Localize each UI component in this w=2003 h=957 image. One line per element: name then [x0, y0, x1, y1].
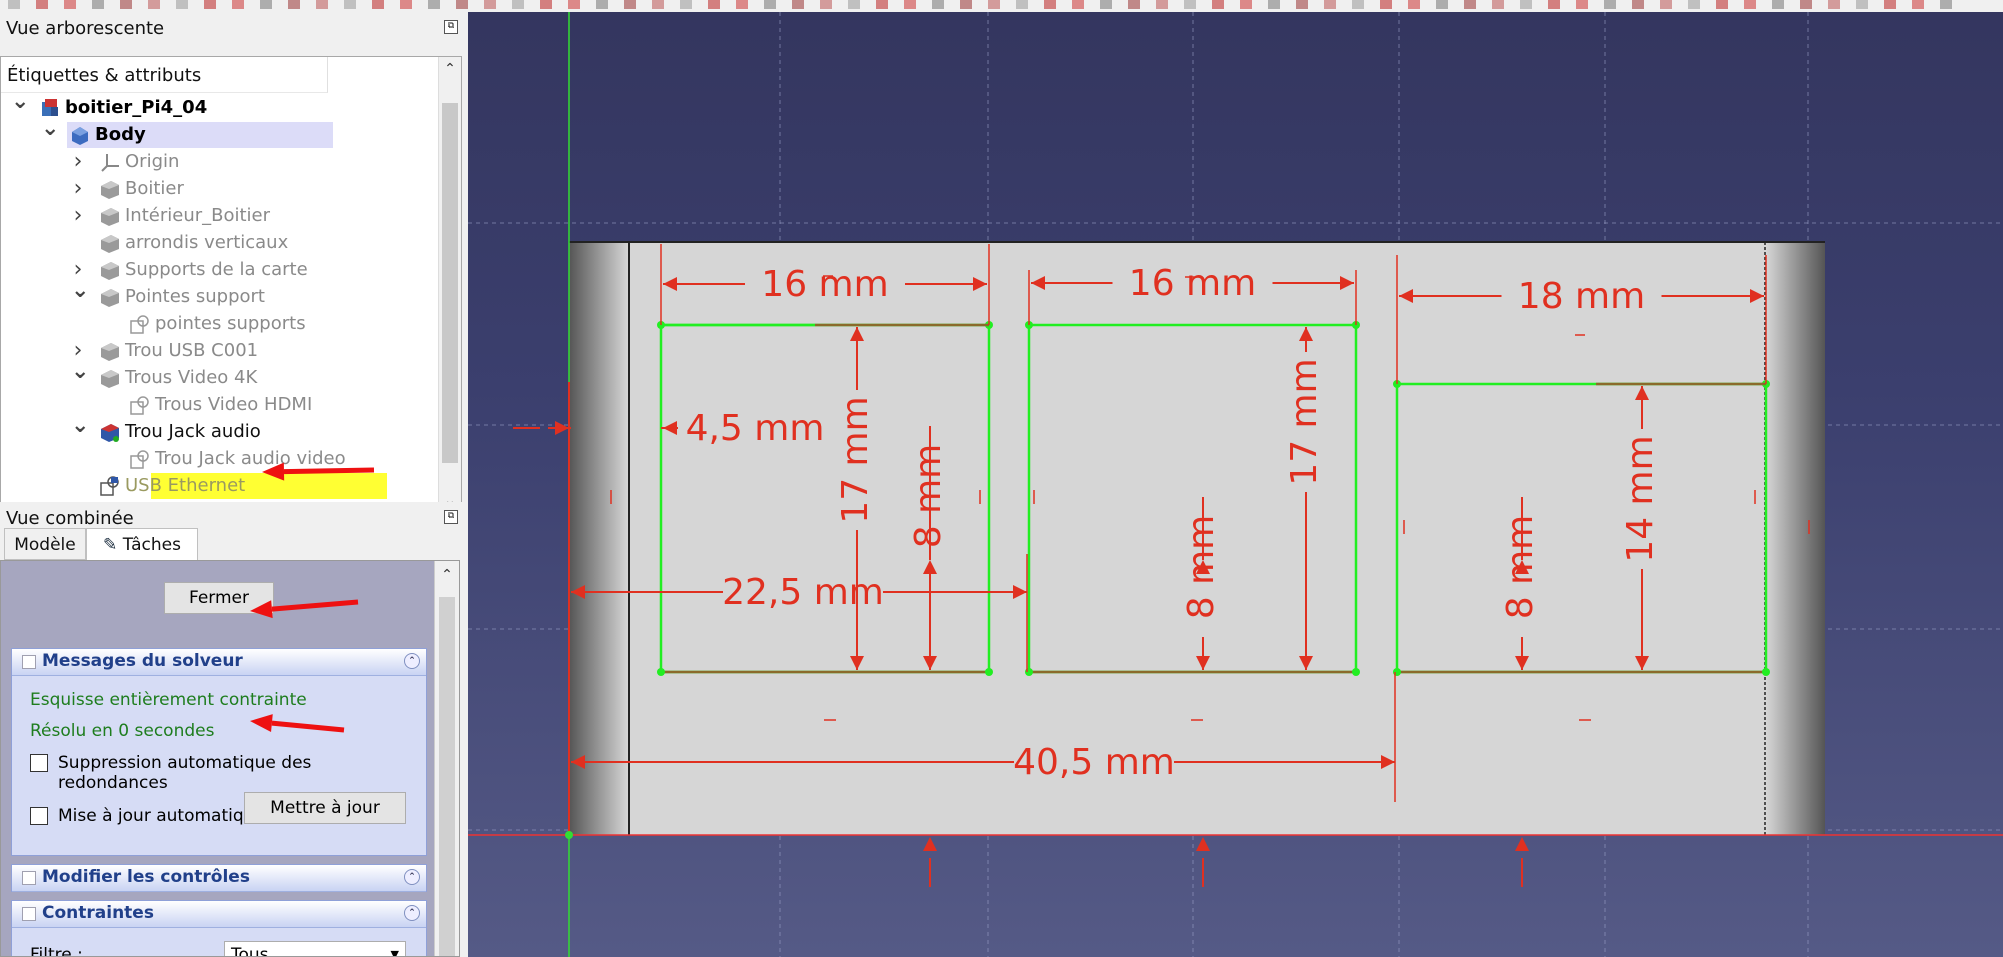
toolbar-icon[interactable]: [1492, 0, 1504, 9]
dim-22-5mm[interactable]: 22,5 mm: [722, 572, 884, 613]
toolbar-icon[interactable]: [1240, 0, 1252, 9]
bottom-constraint-arrowhead: [1515, 837, 1529, 851]
toolbar-icon[interactable]: [1660, 0, 1672, 9]
toolbar-icon[interactable]: [960, 0, 972, 9]
toolbar-icon[interactable]: [1268, 0, 1280, 9]
dim-16mm-left[interactable]: 16 mm: [761, 264, 888, 305]
dim-16mm-middle[interactable]: 16 mm: [1129, 263, 1256, 304]
toolbar-icon[interactable]: [1940, 0, 1952, 9]
annotation-arrow-solver: [271, 720, 345, 733]
toolbar-icon[interactable]: [1296, 0, 1308, 9]
box-edge-right: [1765, 242, 1825, 835]
annotation-arrow-close: [271, 599, 359, 612]
dim-8mm-left[interactable]: 8 mm: [908, 444, 949, 548]
dim-40-5mm[interactable]: 40,5 mm: [1013, 742, 1175, 783]
toolbar-icon[interactable]: [1128, 0, 1140, 9]
toolbar-icon[interactable]: [540, 0, 552, 9]
annotation-arrow-close-head: [250, 600, 273, 619]
toolbar-icon[interactable]: [1884, 0, 1896, 9]
toolbar-icon[interactable]: [652, 0, 664, 9]
toolbar-icon[interactable]: [1016, 0, 1028, 9]
toolbar-icon[interactable]: [596, 0, 608, 9]
toolbar-icon[interactable]: [1436, 0, 1448, 9]
toolbar-icon[interactable]: [792, 0, 804, 9]
dim-4-5mm-arrowhead: [555, 421, 569, 435]
bottom-constraint-arrowhead: [923, 837, 937, 851]
annotation-arrow-tree-head: [262, 462, 285, 481]
toolbar-icon[interactable]: [1408, 0, 1420, 9]
toolbar-icon[interactable]: [848, 0, 860, 9]
toolbar-icon[interactable]: [1156, 0, 1168, 9]
toolbar-icon[interactable]: [1688, 0, 1700, 9]
toolbar-icon[interactable]: [1212, 0, 1224, 9]
toolbar-icon[interactable]: [1716, 0, 1728, 9]
toolbar-icon[interactable]: [708, 0, 720, 9]
toolbar-icon[interactable]: [1856, 0, 1868, 9]
sketch-vertex[interactable]: [1025, 668, 1033, 676]
toolbar-icon[interactable]: [1744, 0, 1756, 9]
sketch-vertex[interactable]: [1352, 668, 1360, 676]
toolbar-icon[interactable]: [1100, 0, 1112, 9]
toolbar-icon[interactable]: [1184, 0, 1196, 9]
sketch-canvas[interactable]: 16 mm 16 mm 18 mm4,5 mm 17 mm 8 mm17 mm8 mm1…: [468, 12, 2003, 957]
toolbar-icon[interactable]: [1604, 0, 1616, 9]
toolbar-icon[interactable]: [736, 0, 748, 9]
sketch-vertex[interactable]: [1393, 668, 1401, 676]
bottom-constraint-arrowhead: [1196, 837, 1210, 851]
toolbar-icon[interactable]: [624, 0, 636, 9]
toolbar-icon[interactable]: [820, 0, 832, 9]
sketch-vertex[interactable]: [985, 668, 993, 676]
toolbar-icon[interactable]: [932, 0, 944, 9]
toolbar-icon[interactable]: [876, 0, 888, 9]
sketch-vertex[interactable]: [1762, 668, 1770, 676]
toolbar-icon[interactable]: [484, 0, 496, 9]
toolbar-icon[interactable]: [1520, 0, 1532, 9]
dim-4-5mm[interactable]: 4,5 mm: [686, 408, 825, 449]
3d-viewport[interactable]: 16 mm 16 mm 18 mm 4,5 mm 17 mm 8 mm 17 mm 8 mm 1…: [468, 12, 2003, 957]
toolbar-icon[interactable]: [764, 0, 776, 9]
toolbar-icon[interactable]: [512, 0, 524, 9]
sketch-vertex[interactable]: [657, 668, 665, 676]
dim-17mm-middle[interactable]: 17 mm: [1284, 358, 1325, 485]
toolbar-icon[interactable]: [1044, 0, 1056, 9]
origin-point: [565, 831, 573, 839]
toolbar-icon[interactable]: [680, 0, 692, 9]
annotation-arrow-solver-head: [250, 714, 273, 733]
annotation-overlay-left: [250, 462, 375, 733]
toolbar-icon[interactable]: [568, 0, 580, 9]
dim-8mm-right[interactable]: 8 mm: [1500, 515, 1541, 619]
toolbar-icon[interactable]: [1548, 0, 1560, 9]
toolbar-icon[interactable]: [1576, 0, 1588, 9]
toolbar-icon[interactable]: [1912, 0, 1924, 9]
toolbar-icon[interactable]: [1380, 0, 1392, 9]
toolbar-icon[interactable]: [1324, 0, 1336, 9]
annotation-arrow-tree: [283, 467, 375, 475]
toolbar-icon[interactable]: [1632, 0, 1644, 9]
dim-8mm-middle[interactable]: 8 mm: [1181, 515, 1222, 619]
toolbar-icon[interactable]: [1800, 0, 1812, 9]
dim-14mm[interactable]: 14 mm: [1620, 435, 1661, 562]
dim-18mm[interactable]: 18 mm: [1518, 276, 1645, 317]
toolbar-icon[interactable]: [1828, 0, 1840, 9]
toolbar-icon[interactable]: [988, 0, 1000, 9]
toolbar-icon[interactable]: [1072, 0, 1084, 9]
toolbar-icon[interactable]: [1464, 0, 1476, 9]
toolbar-icon[interactable]: [1772, 0, 1784, 9]
box-edge-left: [569, 242, 629, 835]
dim-17mm-left[interactable]: 17 mm: [835, 396, 876, 523]
toolbar-icon[interactable]: [1352, 0, 1364, 9]
toolbar-icon[interactable]: [904, 0, 916, 9]
